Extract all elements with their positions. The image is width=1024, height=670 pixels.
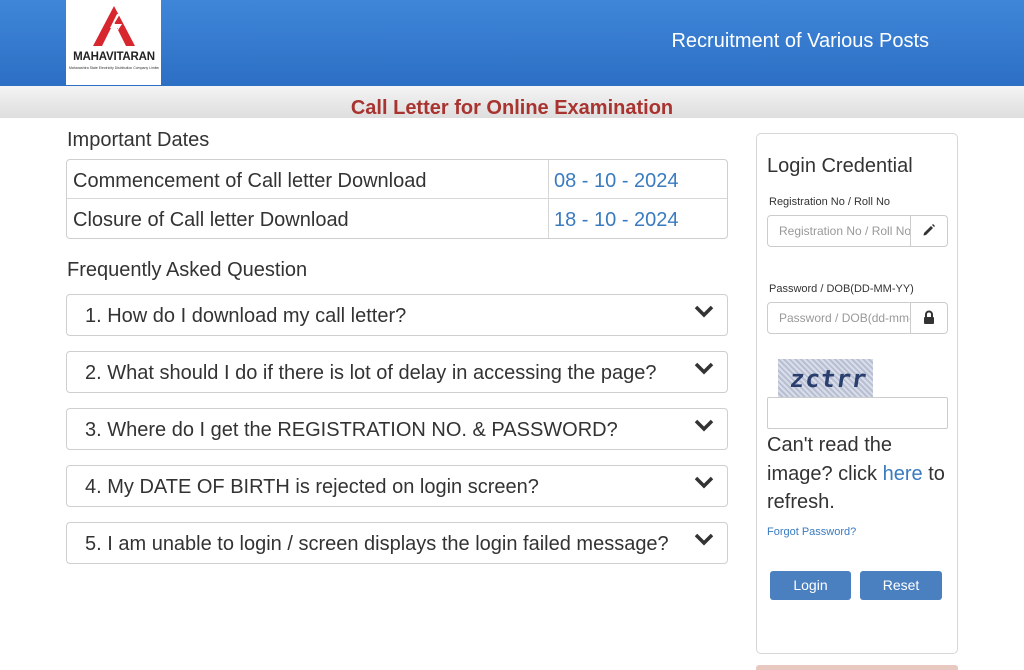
date-value: 08 - 10 - 2024 (554, 170, 679, 192)
important-dates-heading: Important Dates (67, 129, 210, 151)
top-header-bar: MAHAVITARAN Maharashtra State Electricit… (0, 0, 1024, 86)
site-title: Recruitment of Various Posts (671, 30, 929, 52)
registration-label: Registration No / Roll No (769, 196, 891, 208)
logo-name: MAHAVITARAN (73, 51, 155, 63)
faq-question: 3. Where do I get the REGISTRATION NO. &… (85, 419, 618, 441)
captcha-text: zctrr (788, 365, 870, 393)
registration-input-group (767, 215, 948, 247)
date-value: 18 - 10 - 2024 (554, 209, 679, 231)
refresh-prefix: Can't read the image? click (767, 434, 893, 485)
password-input[interactable] (768, 303, 911, 333)
refresh-link[interactable]: here (883, 463, 923, 485)
chevron-down-icon (694, 362, 714, 375)
lock-icon (924, 310, 934, 324)
logo-subtitle: Maharashtra State Electricity Distributi… (69, 66, 159, 70)
faq-question: 2. What should I do if there is lot of d… (85, 362, 657, 384)
registration-input[interactable] (768, 216, 911, 246)
faq-question: 4. My DATE OF BIRTH is rejected on login… (85, 476, 539, 498)
chevron-down-icon (694, 476, 714, 489)
faq-item-4[interactable]: 4. My DATE OF BIRTH is rejected on login… (66, 465, 728, 507)
date-label: Commencement of Call letter Download (73, 170, 427, 192)
page-title: Call Letter for Online Examination (350, 97, 674, 119)
mahavitaran-logo: MAHAVITARAN Maharashtra State Electricit… (66, 0, 161, 85)
lightning-logo-icon (93, 6, 135, 46)
reset-button[interactable]: Reset (860, 571, 942, 600)
chevron-down-icon (694, 533, 714, 546)
faq-question: 1. How do I download my call letter? (85, 305, 407, 327)
password-label: Password / DOB(DD-MM-YY) (769, 283, 914, 295)
faq-question: 5. I am unable to login / screen display… (85, 533, 669, 555)
registration-addon (910, 216, 947, 246)
important-dates-table: Commencement of Call letter Download 08 … (66, 159, 728, 239)
date-label: Closure of Call letter Download (73, 209, 349, 231)
faq-item-5[interactable]: 5. I am unable to login / screen display… (66, 522, 728, 564)
faq-item-1[interactable]: 1. How do I download my call letter? (66, 294, 728, 336)
faq-item-2[interactable]: 2. What should I do if there is lot of d… (66, 351, 728, 393)
captcha-image: zctrr (778, 359, 873, 397)
login-button[interactable]: Login (770, 571, 851, 600)
column-divider (548, 160, 549, 198)
login-title: Login Credential (767, 155, 913, 177)
pencil-icon (923, 224, 935, 236)
captcha-refresh-text: Can't read the image? click here to refr… (767, 431, 952, 517)
login-panel: Login Credential Registration No / Roll … (756, 133, 958, 654)
faq-heading: Frequently Asked Question (67, 259, 308, 281)
captcha-input[interactable] (767, 397, 948, 429)
bottom-panel-edge (756, 665, 958, 670)
chevron-down-icon (694, 305, 714, 318)
chevron-down-icon (694, 419, 714, 432)
forgot-password-link[interactable]: Forgot Password? (767, 526, 856, 538)
table-row: Closure of Call letter Download 18 - 10 … (67, 199, 727, 238)
table-row: Commencement of Call letter Download 08 … (67, 160, 727, 199)
column-divider (548, 199, 549, 238)
password-input-group (767, 302, 948, 334)
password-addon (910, 303, 947, 333)
faq-item-3[interactable]: 3. Where do I get the REGISTRATION NO. &… (66, 408, 728, 450)
